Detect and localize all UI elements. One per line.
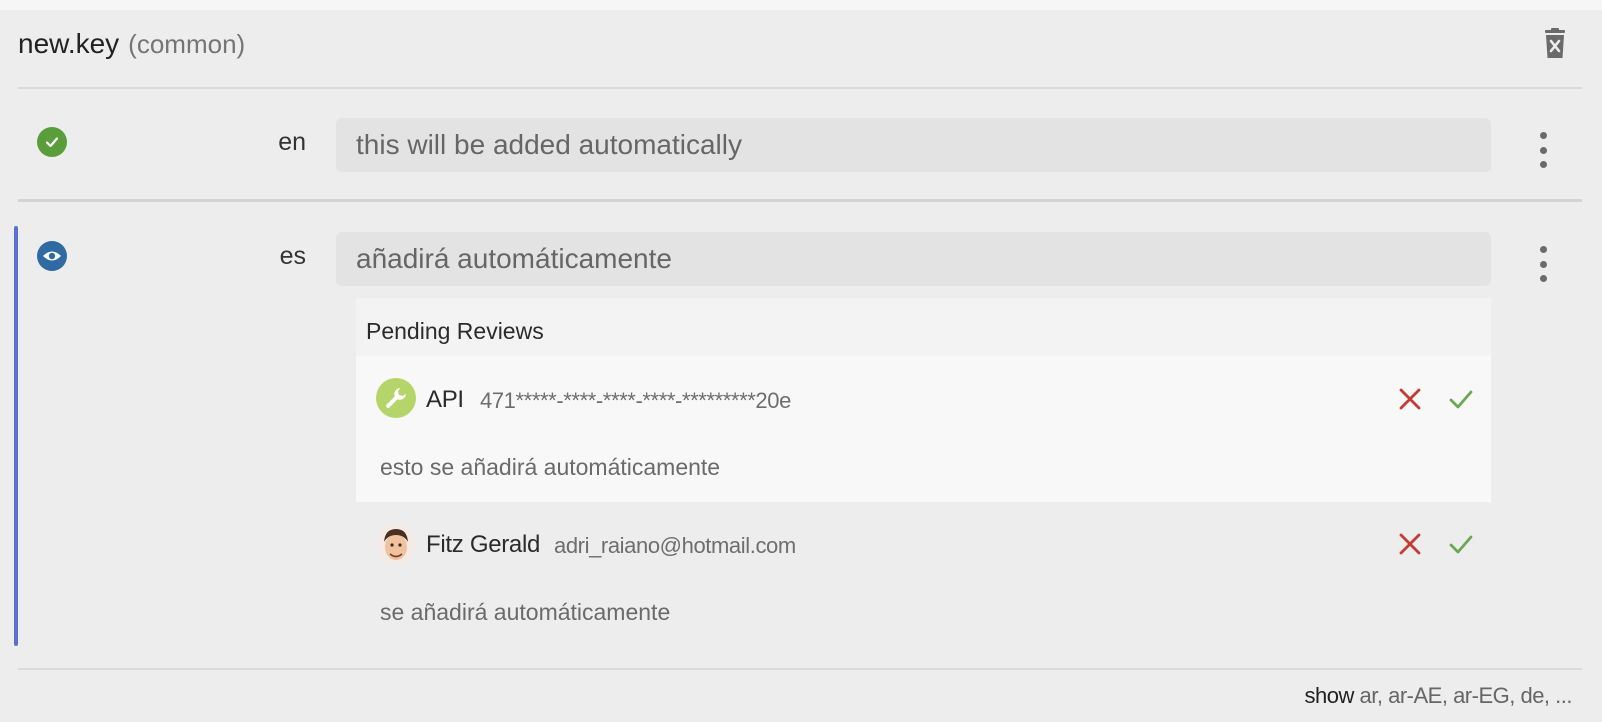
language-code-en: en	[278, 128, 306, 156]
divider	[18, 87, 1582, 89]
review-author: Fitz Gerald	[426, 531, 541, 558]
review-item: Fitz Gerald adri_raiano@hotmail.com se a…	[356, 502, 1491, 655]
divider	[18, 199, 1582, 202]
approve-icon[interactable]	[1447, 530, 1475, 558]
translation-field-es[interactable]: añadirá automáticamente	[336, 232, 1491, 286]
pending-reviews-panel: Pending Reviews API 471*****-****-****-*…	[356, 298, 1491, 655]
key-header: new.key (common)	[18, 28, 245, 64]
eye-circle-icon	[37, 241, 67, 271]
active-row-indicator	[14, 226, 18, 646]
review-author: API	[426, 386, 464, 413]
review-author-detail: 471*****-****-****-****-*********20e	[480, 388, 791, 413]
review-item: API 471*****-****-****-****-*********20e…	[356, 356, 1491, 502]
approve-icon[interactable]	[1447, 385, 1475, 413]
hidden-languages: ar, ar-AE, ar-EG, de, ...	[1359, 683, 1573, 708]
reject-icon[interactable]	[1396, 385, 1424, 413]
language-code-es: es	[279, 242, 306, 270]
show-label: show	[1304, 683, 1355, 708]
key-namespace: (common)	[128, 29, 246, 59]
wrench-icon	[376, 378, 416, 418]
check-circle-icon	[37, 127, 67, 157]
translation-field-en[interactable]: this will be added automatically	[336, 118, 1491, 172]
divider	[18, 668, 1582, 670]
review-author-detail: adri_raiano@hotmail.com	[554, 533, 796, 558]
review-text: esto se añadirá automáticamente	[380, 454, 721, 480]
more-vert-icon[interactable]	[1531, 246, 1555, 282]
show-more-languages-link[interactable]: show ar, ar-AE, ar-EG, de, ...	[1304, 683, 1573, 709]
more-vert-icon[interactable]	[1531, 132, 1555, 168]
key-name: new.key	[18, 28, 120, 59]
pending-reviews-header: Pending Reviews	[356, 298, 1491, 356]
reject-icon[interactable]	[1396, 530, 1424, 558]
pending-reviews-title: Pending Reviews	[366, 318, 544, 344]
trash-x-icon[interactable]	[1542, 28, 1568, 60]
review-text: se añadirá automáticamente	[380, 599, 671, 625]
user-avatar	[376, 524, 416, 564]
top-strip	[0, 0, 1602, 10]
